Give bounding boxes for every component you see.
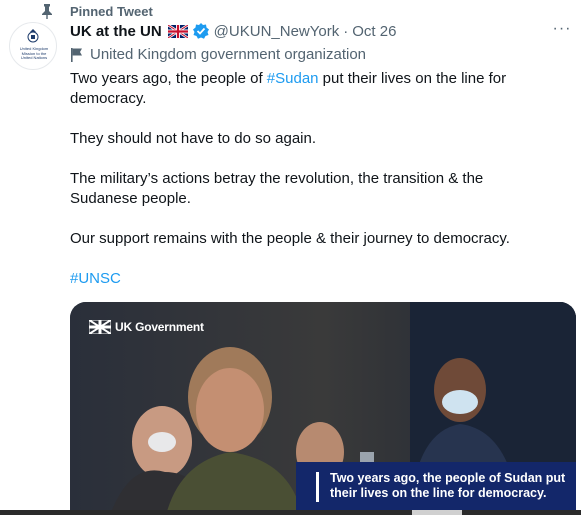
meta-separator: · xyxy=(343,22,349,40)
scrollbar-thumb[interactable] xyxy=(412,510,462,515)
hashtag-sudan-link[interactable]: #Sudan xyxy=(267,70,319,87)
tweet-paragraph-1: Two years ago, the people of #Sudan put … xyxy=(70,69,550,109)
video-caption: Two years ago, the people of Sudan put t… xyxy=(296,462,576,515)
tweet-text: Two years ago, the people of #Sudan put … xyxy=(70,69,550,309)
more-options-button[interactable]: ··· xyxy=(550,21,574,42)
government-label-text: United Kingdom government organization xyxy=(90,45,366,63)
author-handle[interactable]: @UKUN_NewYork xyxy=(214,23,340,40)
tweet-paragraph-2: They should not have to do so again. xyxy=(70,130,317,147)
royal-crest-icon xyxy=(27,29,39,43)
verified-badge-icon xyxy=(192,23,209,39)
uk-government-logo: UK Government xyxy=(89,320,204,334)
tweet-paragraph-4: Our support remains with the people & th… xyxy=(70,230,510,247)
author-name[interactable]: UK at the UN xyxy=(70,23,162,40)
pinned-tweet-indicator: Pinned Tweet xyxy=(40,1,153,21)
hashtag-unsc-link[interactable]: #UNSC xyxy=(70,270,121,287)
avatar-text: United Kingdom Mission to the United Nat… xyxy=(19,46,49,61)
uk-flag-icon xyxy=(167,24,188,38)
tweet-date[interactable]: Oct 26 xyxy=(352,23,396,40)
tweet-header: UK at the UN @UKUN_NewYork · Oct 26 xyxy=(70,20,396,42)
tweet-paragraph-5: #UNSC xyxy=(70,269,550,289)
horizontal-scrollbar[interactable] xyxy=(0,510,581,515)
caption-accent-bar xyxy=(316,472,319,502)
pinned-label: Pinned Tweet xyxy=(70,3,153,19)
tweet-paragraph-3: The military’s actions betray the revolu… xyxy=(70,170,484,207)
avatar[interactable]: United Kingdom Mission to the United Nat… xyxy=(9,22,57,70)
uk-government-text: UK Government xyxy=(115,320,204,334)
tweet-text-segment: Two years ago, the people of xyxy=(70,70,267,87)
caption-text: Two years ago, the people of Sudan put t… xyxy=(330,471,566,500)
pin-icon xyxy=(42,4,52,19)
government-label[interactable]: United Kingdom government organization xyxy=(70,44,366,64)
flag-icon xyxy=(71,47,82,62)
video-media[interactable]: UK Government Two years ago, the people … xyxy=(70,302,576,515)
uk-flag-icon xyxy=(89,320,111,334)
